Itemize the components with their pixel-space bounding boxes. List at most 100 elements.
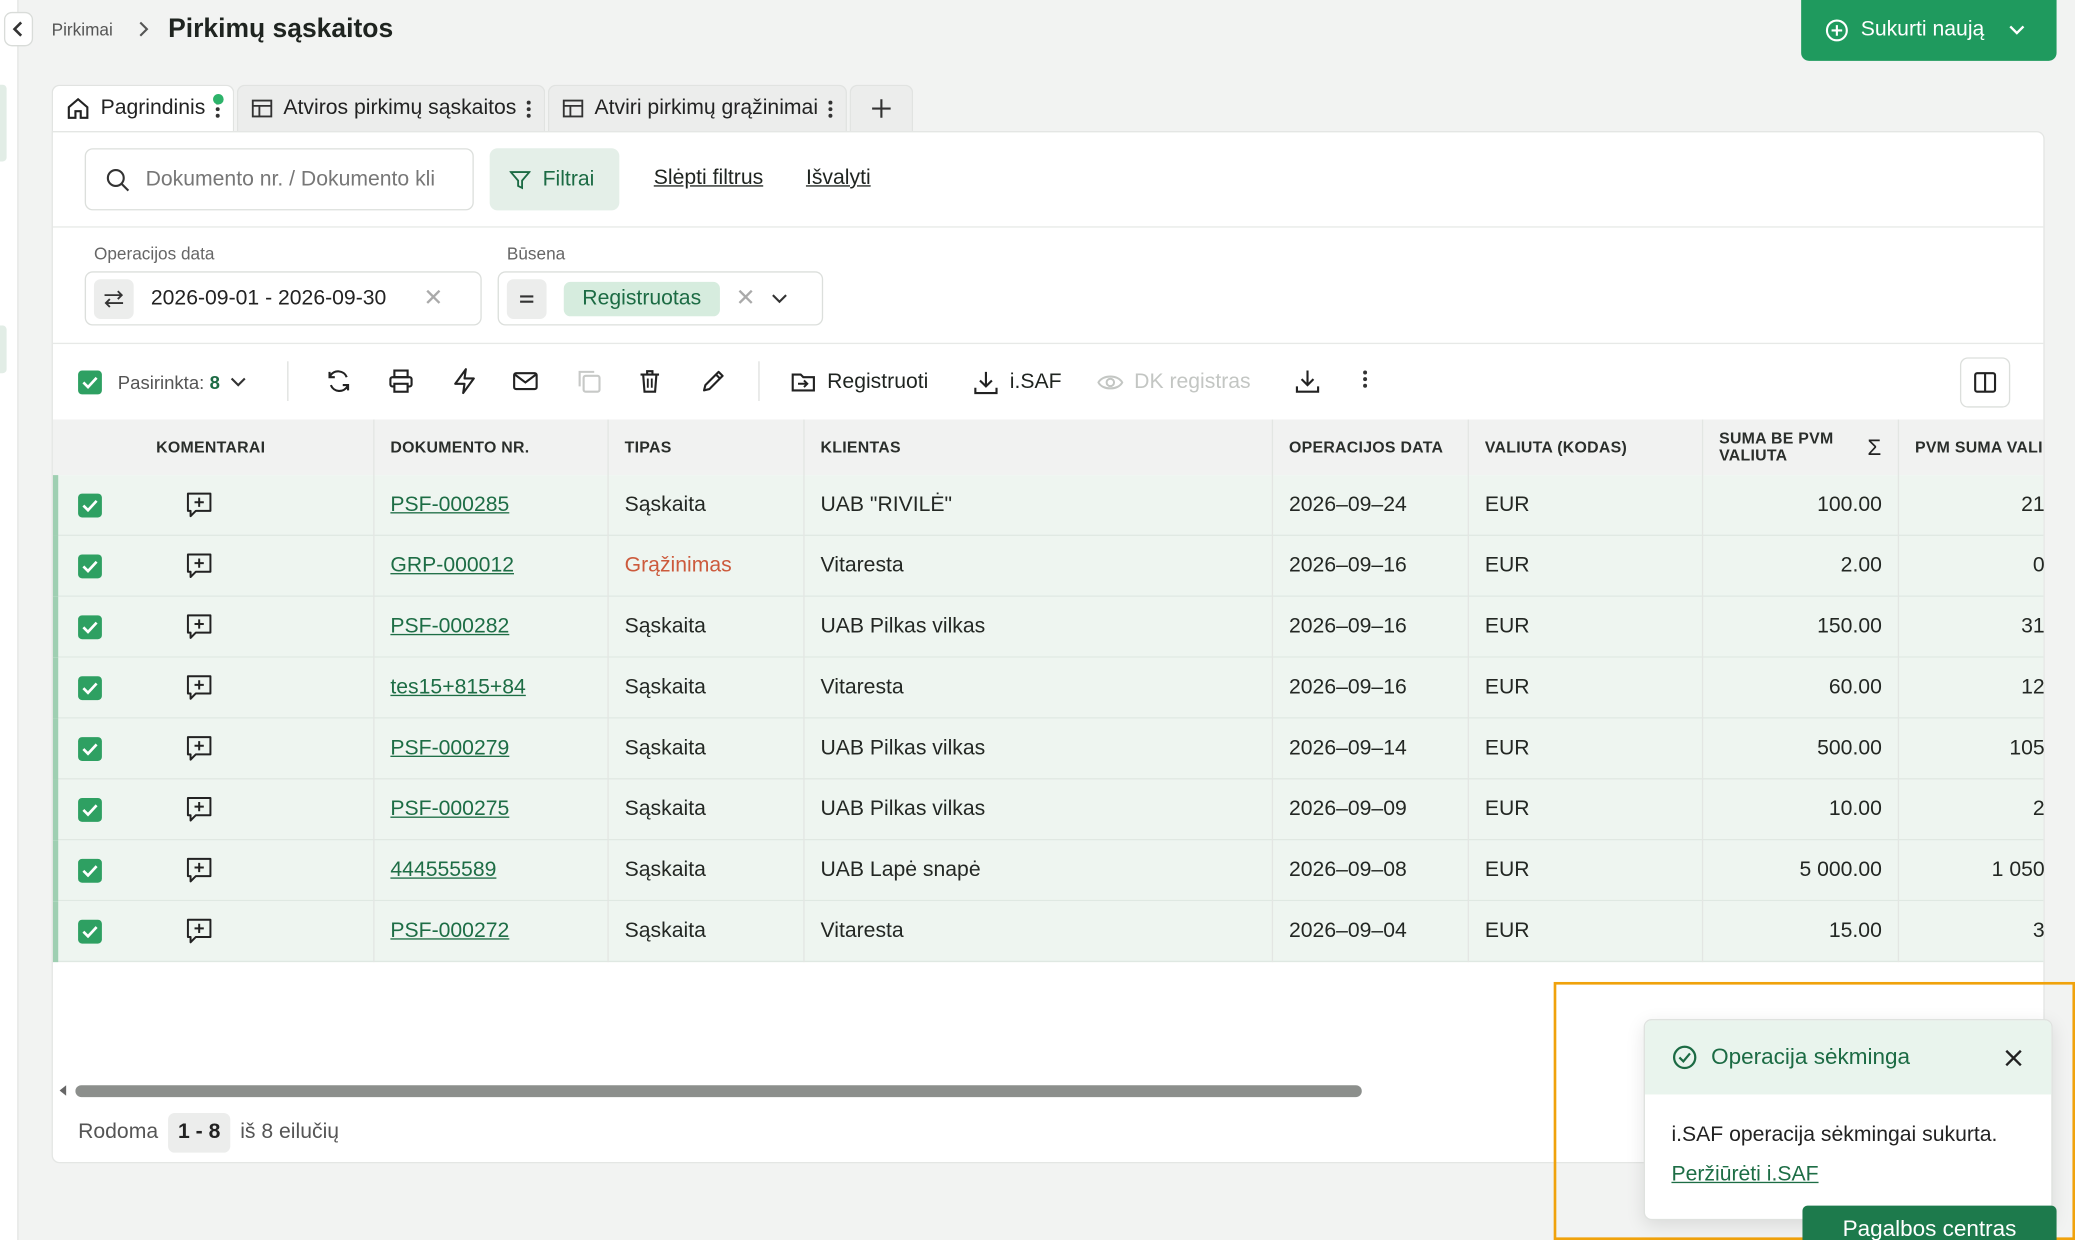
tab-label: Pagrindinis [100, 96, 206, 120]
column-header-date[interactable]: OPERACIJOS DATA [1289, 420, 1443, 476]
cell-doc-number[interactable]: GRP-000012 [390, 536, 602, 597]
cell-client: UAB Pilkas vilkas [820, 737, 986, 760]
row-checkbox[interactable] [78, 676, 102, 701]
eye-icon [1097, 375, 1124, 390]
column-divider [1271, 419, 1274, 963]
cell-doc-number[interactable]: PSF-000272 [390, 901, 602, 962]
row-checkbox[interactable] [78, 919, 102, 944]
filters-button[interactable]: Filtrai [489, 148, 620, 211]
print-icon[interactable] [388, 368, 414, 394]
doc-number-link[interactable]: tes15+815+84 [390, 676, 525, 700]
row-checkbox[interactable] [78, 798, 102, 822]
scroll-left-icon[interactable] [59, 1085, 68, 1096]
row-checkbox[interactable] [78, 858, 102, 883]
more-actions-icon[interactable] [1363, 370, 1368, 388]
cell-doc-number[interactable]: PSF-000275 [390, 779, 602, 840]
help-center-button[interactable]: Pagalbos centras [1802, 1205, 2057, 1240]
equals-icon[interactable] [506, 278, 547, 319]
cell-amount: 15.00 [1828, 919, 1882, 943]
row-checkbox[interactable] [78, 554, 102, 579]
row-selected-indicator [52, 475, 59, 536]
column-divider [1467, 419, 1469, 963]
checkbox-checked-icon[interactable] [78, 370, 102, 395]
export-download-icon[interactable] [1294, 368, 1320, 394]
row-checkbox[interactable] [78, 615, 102, 640]
select-all-control[interactable]: Pasirinkta: 8 [78, 368, 246, 397]
pencil-icon[interactable] [700, 368, 726, 394]
tab-menu-icon[interactable] [526, 99, 531, 118]
tab-main[interactable]: Pagrindinis [51, 84, 235, 132]
breadcrumb[interactable]: Pirkimai [52, 20, 113, 40]
view-isaf-link[interactable]: Peržiūrėti i.SAF [1671, 1163, 1818, 1187]
column-divider [607, 419, 609, 963]
hide-filters-link[interactable]: Slėpti filtrus [654, 167, 763, 191]
add-comment-icon[interactable] [185, 856, 213, 884]
column-header-type[interactable]: TIPAS [625, 420, 672, 476]
cell-doc-number[interactable]: PSF-000279 [390, 719, 602, 780]
home-icon [67, 97, 89, 119]
rail-marker [0, 84, 7, 162]
add-comment-icon[interactable] [185, 795, 213, 823]
doc-number-link[interactable]: PSF-000275 [390, 798, 509, 822]
total-rows-label: iš 8 eilučių [240, 1120, 340, 1144]
cell-doc-number[interactable]: PSF-000282 [390, 597, 602, 658]
add-tab-button[interactable] [849, 84, 914, 132]
search-input[interactable]: Dokumento nr. / Dokumento kli [84, 148, 474, 211]
trash-icon[interactable] [637, 368, 663, 394]
doc-number-link[interactable]: PSF-000285 [390, 494, 509, 518]
column-header-doc-number[interactable]: DOKUMENTO NR. [390, 420, 529, 476]
cell-amount: 60.00 [1828, 676, 1882, 699]
column-header-amount[interactable]: SUMA BE PVM VALIUTA [1719, 420, 1851, 476]
cell-doc-number[interactable]: tes15+815+84 [390, 658, 602, 719]
clear-date-icon[interactable]: ✕ [423, 285, 443, 313]
add-comment-icon[interactable] [185, 734, 213, 762]
add-comment-icon[interactable] [185, 491, 213, 519]
search-icon [106, 168, 130, 191]
isaf-button[interactable]: i.SAF [973, 368, 1062, 397]
row-checkbox[interactable] [78, 493, 102, 518]
add-comment-icon[interactable] [185, 674, 213, 702]
cell-date: 2026–09–24 [1288, 493, 1407, 517]
email-icon[interactable] [512, 368, 538, 394]
doc-number-link[interactable]: 444555589 [390, 859, 496, 883]
doc-number-link[interactable]: PSF-000279 [390, 737, 509, 761]
date-range-field[interactable]: 2026-09-01 - 2026-09-30 ✕ [84, 271, 482, 326]
add-comment-icon[interactable] [185, 917, 213, 945]
status-field[interactable]: Registruotas ✕ [497, 271, 824, 326]
tab-open-invoices[interactable]: Atviros pirkimų sąskaitos [237, 84, 546, 132]
toast-message: i.SAF operacija sėkmingai sukurta. [1671, 1123, 1998, 1147]
column-header-client[interactable]: KLIENTAS [821, 420, 901, 476]
horizontal-scrollbar[interactable] [75, 1085, 1362, 1098]
column-header-comments[interactable]: KOMENTARAI [156, 420, 265, 476]
doc-number-link[interactable]: PSF-000282 [390, 615, 509, 639]
register-button[interactable]: Registruoti [790, 368, 928, 397]
tab-menu-icon[interactable] [828, 99, 833, 118]
column-header-vat[interactable]: PVM SUMA VALI [1915, 420, 2043, 476]
doc-number-link[interactable]: PSF-000272 [390, 920, 509, 944]
sum-icon[interactable]: Σ [1867, 435, 1881, 461]
column-header-currency[interactable]: VALIUTA (KODAS) [1485, 420, 1627, 476]
cell-vat: 3 [2032, 919, 2045, 943]
close-icon[interactable] [2005, 1049, 2022, 1066]
refresh-icon[interactable] [326, 368, 352, 394]
row-selected-indicator [52, 535, 59, 597]
cell-amount: 10.00 [1828, 798, 1882, 821]
doc-number-link[interactable]: GRP-000012 [390, 555, 514, 579]
cell-doc-number[interactable]: 444555589 [390, 840, 602, 901]
collapse-sidebar-button[interactable] [3, 11, 34, 47]
column-layout-button[interactable] [1959, 357, 2011, 408]
chevron-down-icon [231, 377, 246, 387]
cell-doc-number[interactable]: PSF-000285 [390, 475, 602, 536]
lightning-icon[interactable] [451, 368, 477, 395]
swap-icon[interactable] [93, 278, 134, 319]
create-new-button[interactable]: Sukurti naują [1801, 0, 2057, 61]
tab-open-returns[interactable]: Atviri pirkimų grąžinimai [548, 84, 848, 132]
add-comment-icon[interactable] [185, 552, 213, 580]
view-tabs: Pagrindinis Atviros pirkimų sąskaitos At… [51, 84, 916, 132]
row-checkbox[interactable] [78, 737, 102, 761]
cell-type: Sąskaita [624, 737, 706, 760]
add-comment-icon[interactable] [185, 613, 213, 641]
clear-filters-link[interactable]: Išvalyti [806, 167, 871, 191]
clear-status-icon[interactable]: ✕ [736, 285, 756, 313]
divider [52, 342, 2044, 345]
